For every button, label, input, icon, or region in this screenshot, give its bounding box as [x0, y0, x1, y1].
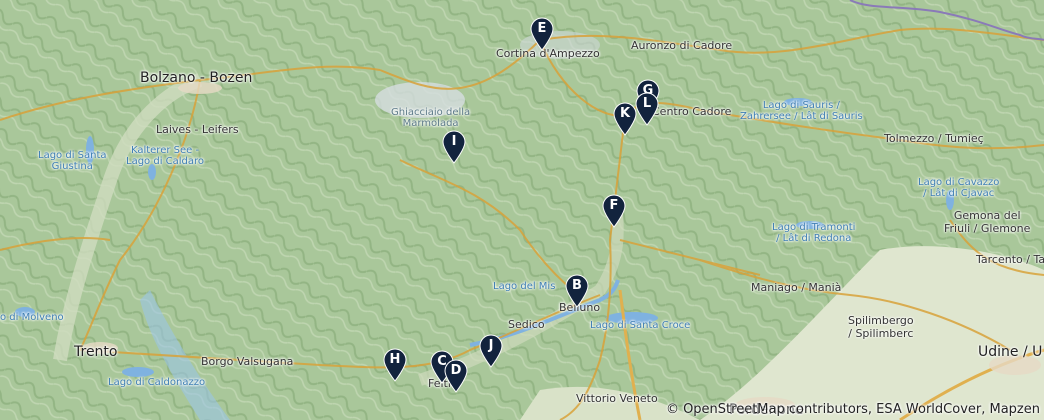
map-marker-k[interactable]: K: [612, 102, 638, 136]
label-lago-caldaro: Kalterer See - Lago di Caldaro: [126, 145, 205, 167]
label-tolmezzo: Tolmezzo / Tumieç: [884, 132, 984, 145]
label-ghiacciaio-marmolada: Ghiacciaio della Marmolada: [391, 107, 471, 129]
label-trento: Trento: [74, 344, 118, 360]
label-lago-santa-croce: Lago di Santa Croce: [590, 320, 691, 331]
map-attribution[interactable]: © OpenStreetMap contributors, ESA WorldC…: [662, 400, 1044, 420]
label-spilimbergo: Spilimbergo / Spilimberc: [848, 314, 914, 340]
map-marker-j[interactable]: J: [478, 334, 504, 368]
label-tarcento: Tarcento / Tarc: [976, 253, 1044, 266]
label-centro-cadore: Centro Cadore: [652, 105, 732, 118]
marker-label: I: [451, 134, 457, 149]
marker-label: E: [537, 21, 547, 36]
lago-caldonazzo: [122, 367, 154, 377]
map-marker-i[interactable]: I: [441, 130, 467, 164]
label-lago-caldonazzo: Lago di Caldonazzo: [108, 377, 206, 388]
label-lago-cavazzo: Lago di Cavazzo / Lât di Cjavac: [918, 177, 1000, 199]
map-marker-d[interactable]: D: [443, 359, 469, 393]
marker-label: J: [488, 338, 494, 353]
map-marker-h[interactable]: H: [382, 348, 408, 382]
label-auronzo: Auronzo di Cadore: [631, 39, 733, 52]
label-borgo-valsugana: Borgo Valsugana: [201, 355, 294, 368]
marker-label: K: [619, 106, 631, 121]
label-lago-molveno: o di Molveno: [0, 312, 64, 323]
marker-label: B: [572, 278, 582, 293]
label-sedico: Sedico: [508, 318, 545, 331]
terrain-base: [0, 0, 1044, 420]
label-lago-tramonti: Lago di Tramonti / Lât di Redona: [772, 222, 856, 244]
map-marker-b[interactable]: B: [564, 274, 590, 308]
label-lago-del-mis: Lago del Mis: [493, 281, 556, 292]
map-canvas[interactable]: Bolzano - Bozen Laives - Leifers Trento …: [0, 0, 1044, 420]
label-maniago: Maniago / Manià: [751, 281, 842, 294]
label-laives: Laives - Leifers: [156, 123, 239, 136]
label-vittorio-veneto: Vittorio Veneto: [576, 392, 658, 405]
label-bolzano: Bolzano - Bozen: [140, 70, 253, 86]
label-gemona: Gemona del Friuli / Glemone: [944, 209, 1031, 235]
map-marker-f[interactable]: F: [601, 194, 627, 228]
map-marker-e[interactable]: E: [529, 17, 555, 51]
marker-label: H: [389, 352, 401, 367]
label-udine: Udine / U: [978, 344, 1043, 360]
marker-label: F: [609, 198, 619, 213]
label-lago-sauris: Lago di Sauris / Zahrersee / Lât di Saur…: [740, 100, 863, 122]
marker-label: D: [450, 363, 462, 378]
label-lago-santa-giustina: Lago di Santa Giustina: [38, 150, 107, 172]
